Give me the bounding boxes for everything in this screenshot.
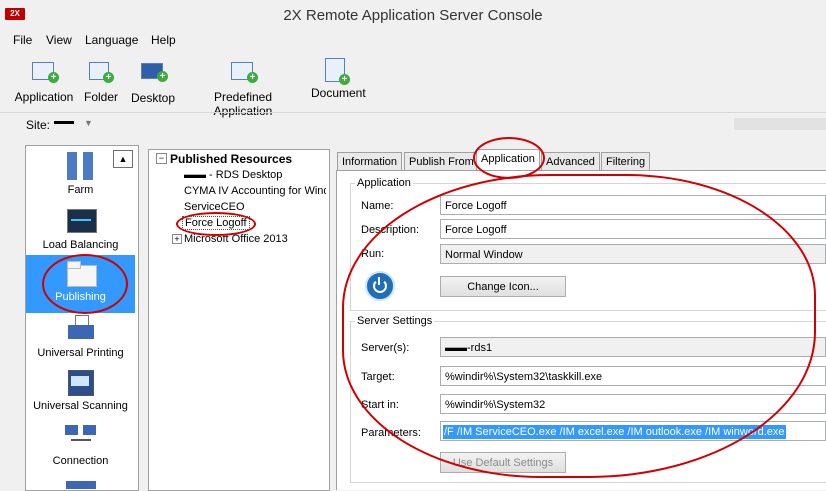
window-title: 2X Remote Application Server Console bbox=[283, 7, 543, 24]
application-group-title: Application bbox=[355, 177, 413, 189]
nav-label-farm: Farm bbox=[67, 184, 94, 196]
tree-item-rds-desktop[interactable]: ▬▬ - RDS Desktop bbox=[184, 169, 282, 181]
add-application-button[interactable]: + Application bbox=[14, 58, 74, 104]
nav-label-universal-scanning: Universal Scanning bbox=[33, 400, 128, 412]
menu-help[interactable]: Help bbox=[151, 33, 176, 47]
tree-root[interactable]: Published Resources bbox=[170, 152, 292, 166]
nav-item-universal-printing[interactable]: Universal Printing bbox=[26, 315, 135, 359]
annotation-circle-publishing bbox=[42, 254, 128, 314]
tab-filtering[interactable]: Filtering bbox=[601, 152, 651, 171]
add-predefined-application-button[interactable]: + Predefined Application bbox=[187, 58, 299, 118]
menu-view[interactable]: View bbox=[46, 33, 72, 47]
document-icon: + bbox=[325, 58, 350, 85]
printer-icon bbox=[65, 315, 97, 345]
toolbar bbox=[0, 54, 826, 110]
application-icon: + bbox=[32, 62, 59, 86]
nav-item-universal-scanning[interactable]: Universal Scanning bbox=[26, 368, 135, 412]
tree-collapse-icon[interactable]: − bbox=[156, 153, 167, 164]
annotation-circle-application-tab bbox=[473, 137, 545, 179]
add-application-label: Application bbox=[14, 90, 74, 104]
site-value: ▬▬ bbox=[54, 116, 74, 127]
menu-language[interactable]: Language bbox=[85, 33, 138, 47]
tree-item-cyma[interactable]: CYMA IV Accounting for Windows bbox=[184, 185, 326, 197]
farm-icon bbox=[65, 152, 97, 182]
toolbar-divider bbox=[0, 112, 826, 113]
predefined-application-icon: + bbox=[231, 62, 258, 86]
folder-icon: + bbox=[89, 62, 114, 86]
annotation-circle-force-logoff bbox=[176, 212, 256, 236]
name-label: Name: bbox=[361, 200, 394, 212]
connection-icon bbox=[64, 423, 97, 453]
scanner-icon bbox=[65, 368, 97, 398]
add-folder-label: Folder bbox=[84, 90, 119, 104]
site-dropdown-icon[interactable]: ▼ bbox=[84, 118, 98, 130]
add-folder-button[interactable]: + Folder bbox=[84, 58, 118, 104]
site-status-bar bbox=[734, 118, 826, 130]
site-label: Site: bbox=[26, 118, 51, 132]
load-balancing-icon bbox=[65, 207, 97, 237]
tab-publish-from[interactable]: Publish From bbox=[404, 152, 479, 171]
add-document-label: Document bbox=[311, 86, 366, 100]
add-document-button[interactable]: + Document bbox=[311, 58, 366, 100]
annotation-circle-content bbox=[342, 174, 816, 478]
nav-item-load-balancing[interactable]: Load Balancing bbox=[26, 207, 135, 251]
nav-item-farm[interactable]: Farm bbox=[26, 152, 135, 196]
menu-file[interactable]: File bbox=[13, 33, 32, 47]
nav-label-connection: Connection bbox=[52, 455, 109, 467]
tab-advanced[interactable]: Advanced bbox=[541, 152, 600, 171]
nav-label-load-balancing: Load Balancing bbox=[42, 239, 119, 251]
nav-label-universal-printing: Universal Printing bbox=[37, 347, 124, 359]
add-predefined-label: Predefined Application bbox=[213, 90, 273, 118]
add-desktop-button[interactable]: + Desktop bbox=[131, 58, 175, 105]
nav-item-connection[interactable]: Connection bbox=[26, 423, 135, 467]
nav-next-item-icon bbox=[66, 481, 96, 489]
add-desktop-label: Desktop bbox=[131, 91, 176, 105]
desktop-icon: + bbox=[141, 63, 168, 87]
tree-expand-icon[interactable]: + bbox=[172, 234, 182, 244]
tab-information[interactable]: Information bbox=[337, 152, 403, 171]
